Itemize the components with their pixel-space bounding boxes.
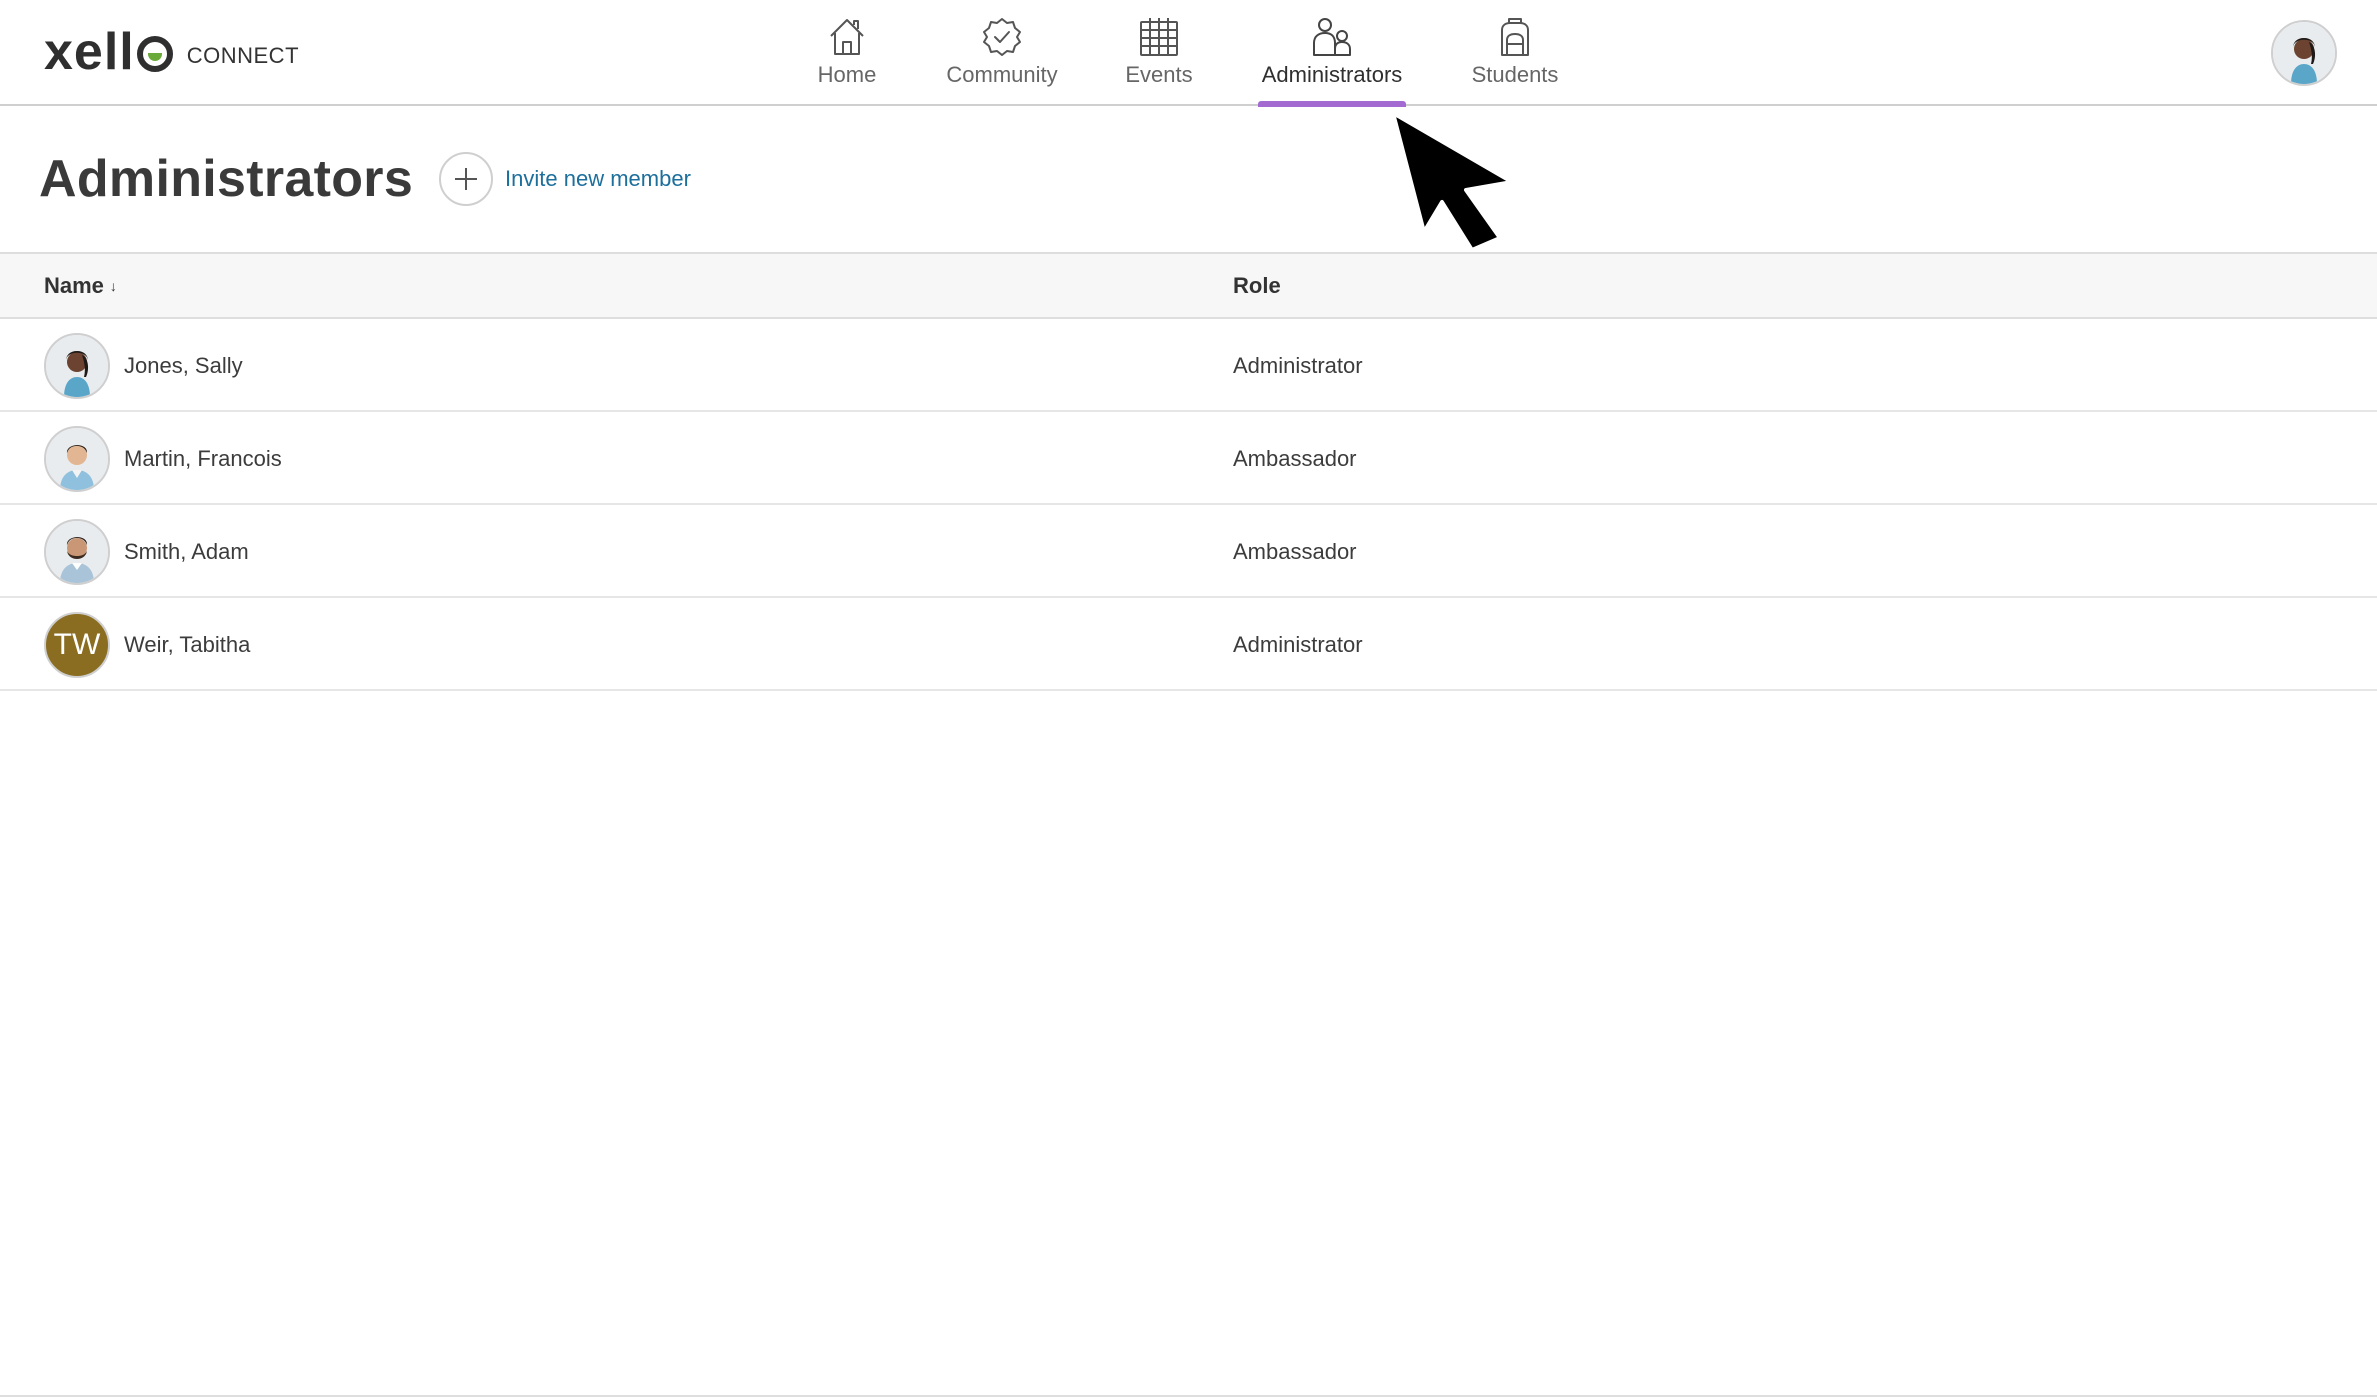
mouse-pointer-icon (1391, 111, 1514, 252)
logo-o-mark (136, 36, 173, 72)
avatar-photo (46, 521, 108, 583)
page-header: Administrators Invite new member (39, 146, 691, 212)
member-role: Ambassador (1233, 445, 1357, 471)
member-role: Administrator (1233, 631, 1363, 657)
table-row[interactable]: TW Weir, Tabitha Administrator (0, 598, 2377, 691)
brand-logo[interactable]: xell CONNECT (44, 22, 299, 82)
people-icon (1313, 18, 1351, 56)
top-navigation-bar: xell CONNECT Home Community Events Admin… (0, 0, 2377, 107)
column-header-role-label: Role (1233, 272, 1281, 298)
plus-icon[interactable] (439, 152, 494, 206)
nav-administrators-label: Administrators (1261, 62, 1403, 87)
table-header: Name ↓ Role (0, 252, 2377, 319)
avatar (44, 519, 110, 585)
calendar-icon (1140, 18, 1178, 56)
page-bottom-divider (0, 1395, 2377, 1397)
avatar-photo (46, 335, 108, 397)
nav-community-label: Community (946, 62, 1058, 87)
members-table: Name ↓ Role Jones, Sally Administrator M… (0, 252, 2377, 691)
nav-home-label: Home (817, 62, 877, 87)
avatar (44, 333, 110, 399)
invite-new-member-button[interactable]: Invite new member (439, 152, 691, 206)
column-header-name-label: Name (44, 272, 104, 298)
column-header-name[interactable]: Name ↓ (44, 254, 117, 317)
table-row[interactable]: Jones, Sally Administrator (0, 319, 2377, 412)
invite-new-member-link[interactable]: Invite new member (505, 166, 691, 192)
sort-down-icon: ↓ (109, 277, 117, 294)
table-row[interactable]: Smith, Adam Ambassador (0, 505, 2377, 598)
column-header-role: Role (1233, 254, 1281, 317)
logo-wordmark: xell (44, 23, 135, 81)
member-name: Weir, Tabitha (124, 631, 251, 657)
nav-home[interactable]: Home (809, 0, 885, 106)
nav-events[interactable]: Events (1122, 0, 1196, 106)
member-name: Smith, Adam (124, 538, 249, 564)
page-title: Administrators (39, 150, 414, 208)
avatar-photo (46, 428, 108, 490)
nav-students[interactable]: Students (1469, 0, 1561, 106)
nav-events-label: Events (1125, 62, 1193, 87)
table-row[interactable]: Martin, Francois Ambassador (0, 412, 2377, 505)
member-role: Ambassador (1233, 538, 1357, 564)
member-role: Administrator (1233, 352, 1363, 378)
nav-students-label: Students (1471, 62, 1559, 87)
user-profile-avatar[interactable] (2271, 20, 2337, 86)
nav-administrators[interactable]: Administrators (1258, 0, 1406, 107)
member-name: Jones, Sally (124, 352, 243, 378)
product-name: CONNECT (186, 43, 300, 68)
user-avatar-photo (2273, 22, 2335, 84)
avatar-initials: TW (44, 612, 110, 678)
backpack-icon (1501, 18, 1529, 56)
avatar (44, 426, 110, 492)
xello-logo: xell (44, 26, 173, 78)
nav-community[interactable]: Community (940, 0, 1064, 106)
badge-check-icon (983, 18, 1021, 56)
member-name: Martin, Francois (124, 445, 282, 471)
home-icon (830, 19, 864, 55)
